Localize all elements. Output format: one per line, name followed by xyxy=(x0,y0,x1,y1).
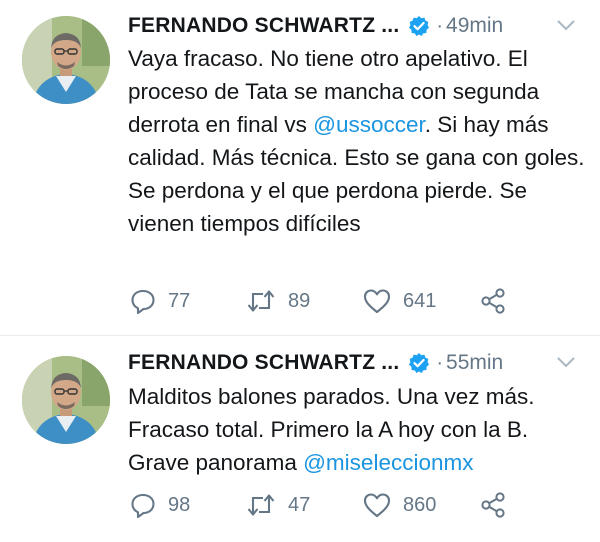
like-count: 860 xyxy=(403,493,437,516)
share-button[interactable] xyxy=(480,491,508,519)
like-button[interactable]: 860 xyxy=(363,491,436,519)
retweet-count: 47 xyxy=(288,493,311,516)
tweet-text: Vaya fracaso. No tiene otro apelativo. E… xyxy=(128,42,588,240)
chevron-down-icon[interactable] xyxy=(556,17,576,33)
chevron-down-icon[interactable] xyxy=(556,354,576,370)
tweet-text: Malditos balones parados. Una vez más. F… xyxy=(128,380,588,479)
heart-icon xyxy=(363,493,391,518)
avatar[interactable] xyxy=(22,16,110,104)
reply-button[interactable]: 77 xyxy=(130,287,190,315)
mention-link[interactable]: @miseleccionmx xyxy=(303,450,473,475)
reply-icon xyxy=(131,289,155,314)
tweet-header: FERNANDO SCHWARTZ ... · 49min xyxy=(128,11,588,41)
share-button[interactable] xyxy=(480,287,508,315)
share-icon xyxy=(481,288,505,314)
reply-icon xyxy=(131,493,155,518)
verified-badge-icon xyxy=(408,15,430,37)
like-button[interactable]: 641 xyxy=(363,287,436,315)
tweet[interactable]: FERNANDO SCHWARTZ ... · 49min Vaya fraca… xyxy=(0,0,600,336)
avatar[interactable] xyxy=(22,356,110,444)
retweet-icon xyxy=(247,290,275,312)
author-name[interactable]: FERNANDO SCHWARTZ ... xyxy=(128,351,399,375)
separator-dot: · xyxy=(436,14,444,37)
tweet[interactable]: FERNANDO SCHWARTZ ... · 55min Malditos b… xyxy=(0,336,600,542)
tweet-header: FERNANDO SCHWARTZ ... · 55min xyxy=(128,348,588,378)
tweet-actions: 98 47 860 xyxy=(130,491,530,519)
mention-link[interactable]: @ussoccer xyxy=(313,112,425,137)
timestamp[interactable]: 55min xyxy=(446,351,503,375)
retweet-button[interactable]: 89 xyxy=(246,287,310,315)
retweet-button[interactable]: 47 xyxy=(246,491,310,519)
separator-dot: · xyxy=(436,351,444,374)
retweet-count: 89 xyxy=(288,289,311,312)
verified-badge-icon xyxy=(408,352,430,374)
tweet-actions: 77 89 641 xyxy=(130,287,530,315)
reply-button[interactable]: 98 xyxy=(130,491,190,519)
like-count: 641 xyxy=(403,289,437,312)
author-name[interactable]: FERNANDO SCHWARTZ ... xyxy=(128,14,399,38)
share-icon xyxy=(481,492,505,518)
reply-count: 98 xyxy=(168,493,191,516)
timestamp[interactable]: 49min xyxy=(446,14,503,38)
retweet-icon xyxy=(247,494,275,516)
heart-icon xyxy=(363,289,391,314)
reply-count: 77 xyxy=(168,289,191,312)
